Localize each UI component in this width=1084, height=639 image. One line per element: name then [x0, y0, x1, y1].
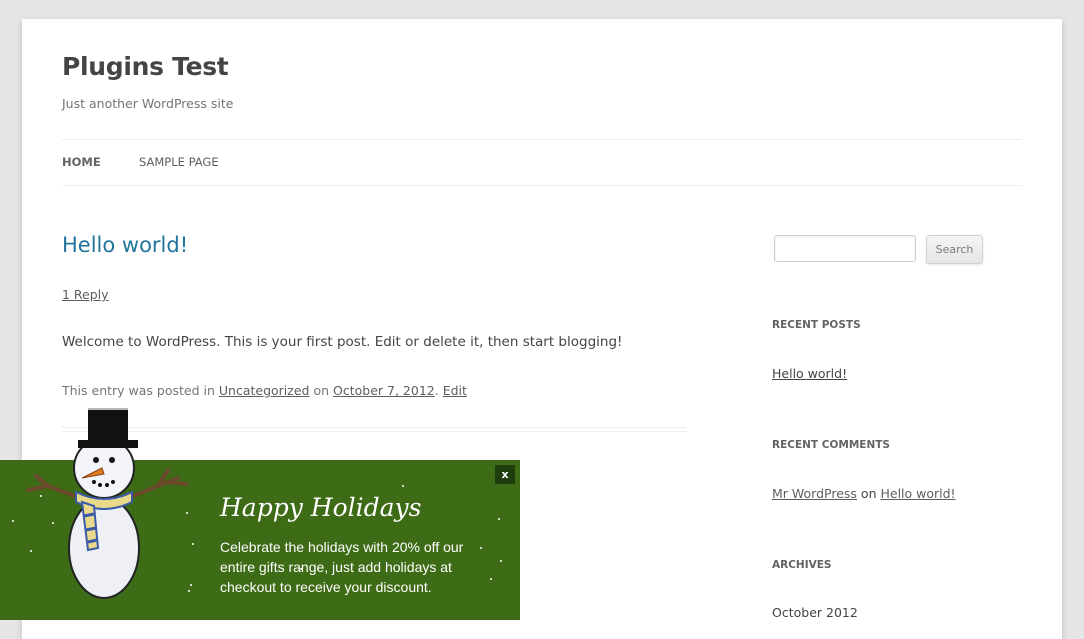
snowflake-dot	[500, 560, 502, 562]
archive-link[interactable]: October 2012	[772, 605, 858, 620]
nav-item-sample-page[interactable]: Sample Page	[139, 155, 219, 169]
comment-author-link[interactable]: Mr WordPress	[772, 486, 857, 501]
nav-item-home[interactable]: Home	[62, 155, 101, 169]
snowflake-dot	[498, 518, 500, 520]
edit-link[interactable]: Edit	[443, 383, 467, 398]
comment-post-link[interactable]: Hello world!	[880, 486, 955, 501]
snowflake-dot	[12, 520, 14, 522]
entry-meta-on: on	[313, 383, 330, 398]
date-link[interactable]: October 7, 2012	[333, 383, 435, 398]
recent-comment: Mr WordPress on Hello world!	[772, 486, 956, 501]
comment-on: on	[860, 486, 877, 501]
site-title[interactable]: Plugins Test	[62, 52, 229, 81]
reply-link[interactable]: 1 Reply	[62, 287, 109, 302]
search-input[interactable]	[774, 235, 916, 262]
search-button[interactable]: Search	[926, 235, 983, 264]
snowflake-dot	[490, 578, 492, 580]
entry-meta-separator: .	[434, 383, 439, 398]
category-link[interactable]: Uncategorized	[219, 383, 310, 398]
popup-text: Celebrate the holidays with 20% off our …	[220, 539, 464, 595]
recent-posts-title: Recent Posts	[772, 319, 861, 331]
entry-meta: This entry was posted in Uncategorized o…	[62, 383, 467, 398]
archives-title: Archives	[772, 559, 832, 571]
entry-meta-prefix: This entry was posted in	[62, 383, 215, 398]
recent-post-link[interactable]: Hello world!	[772, 366, 847, 381]
popup-title: Happy Holidays	[220, 493, 422, 522]
snowflake-dot	[402, 485, 404, 487]
post-title[interactable]: Hello world!	[62, 233, 188, 257]
recent-comments-title: Recent Comments	[772, 439, 890, 451]
snowman-icon	[26, 404, 188, 599]
post-body: Welcome to WordPress. This is your first…	[62, 334, 623, 350]
main-navigation: Home Sample Page	[62, 139, 1022, 186]
popup-close-button[interactable]: x	[495, 465, 515, 484]
site-description: Just another WordPress site	[62, 96, 234, 111]
